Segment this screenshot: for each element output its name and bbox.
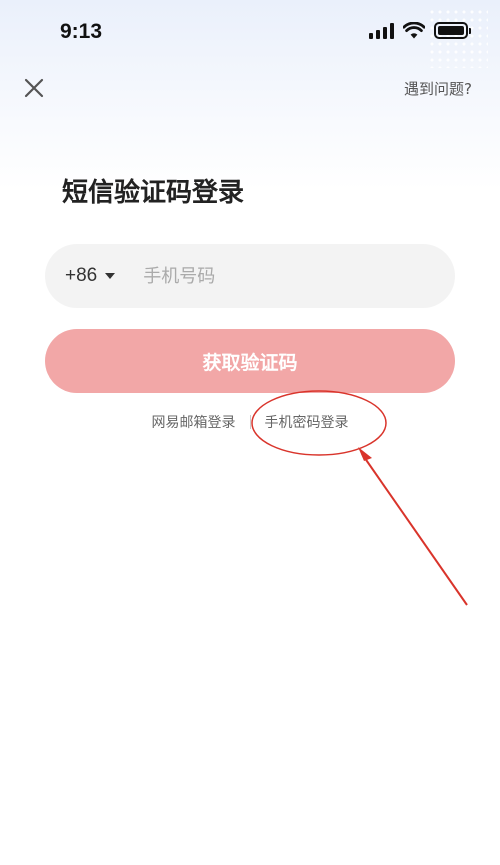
- get-code-button[interactable]: 获取验证码: [45, 329, 455, 393]
- page-title: 短信验证码登录: [62, 178, 245, 208]
- annotation-arrow-head: [358, 447, 372, 461]
- close-button[interactable]: [22, 76, 46, 100]
- status-icons: [369, 22, 471, 39]
- annotation-arrow-line: [361, 453, 468, 606]
- signal-bars-icon: [369, 22, 394, 39]
- phone-input-row: +86: [45, 244, 455, 308]
- alt-login-links: 网易邮箱登录 手机密码登录: [0, 410, 500, 434]
- caret-down-icon: [105, 273, 116, 279]
- country-code-selector[interactable]: +86: [65, 265, 116, 287]
- close-icon: [24, 78, 44, 98]
- wifi-icon: [403, 22, 425, 39]
- battery-icon: [434, 22, 471, 39]
- status-bar: 9:13: [0, 0, 500, 66]
- email-login-link[interactable]: 网易邮箱登录: [138, 412, 250, 432]
- country-code-label: +86: [65, 265, 98, 286]
- help-link[interactable]: 遇到问题?: [404, 78, 472, 99]
- password-login-link[interactable]: 手机密码登录: [251, 412, 363, 432]
- phone-number-input[interactable]: [143, 256, 455, 296]
- status-time: 9:13: [60, 20, 103, 43]
